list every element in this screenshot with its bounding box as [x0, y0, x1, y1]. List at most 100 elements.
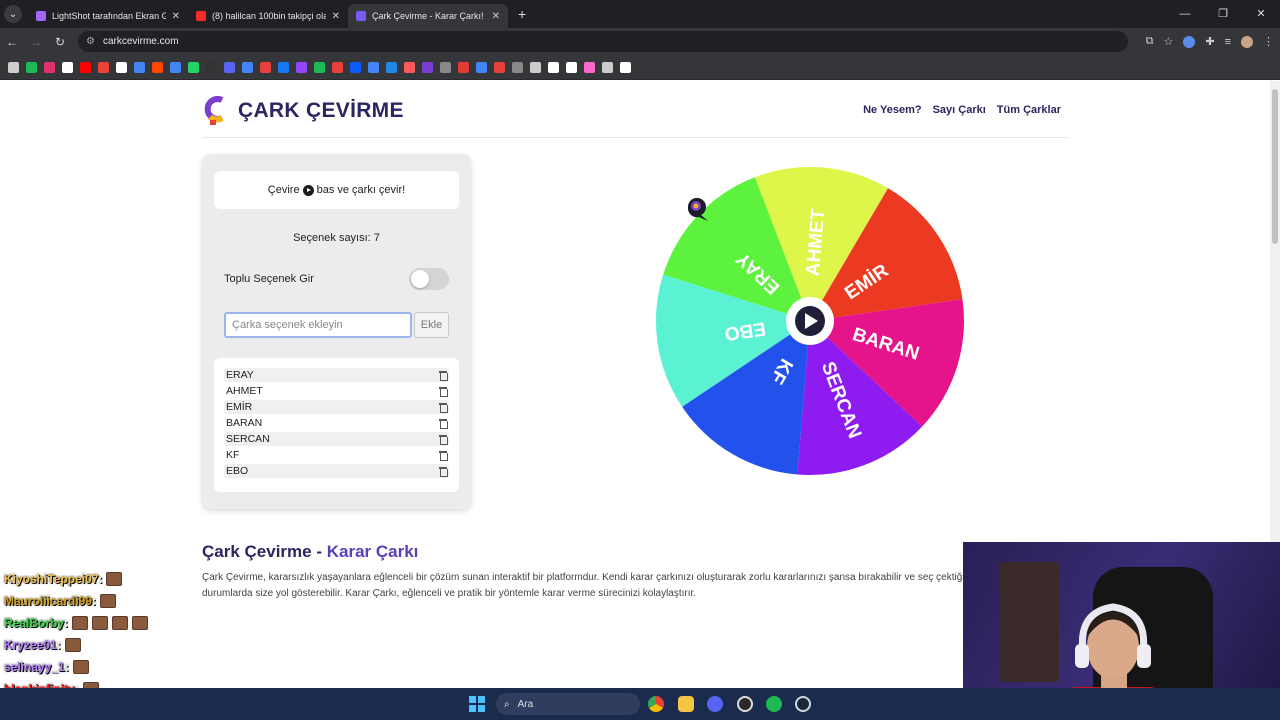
window-controls: — ❐ ✕	[1166, 0, 1280, 28]
delete-option-icon[interactable]	[439, 434, 448, 445]
delete-option-icon[interactable]	[439, 370, 448, 381]
bookmark-icon[interactable]	[8, 61, 19, 73]
option-item: BARAN	[224, 416, 449, 430]
menu-link-tum-carklar[interactable]: Tüm Çarklar	[997, 104, 1061, 116]
bookmark-icon[interactable]	[296, 61, 307, 73]
bookmark-icon[interactable]	[566, 61, 577, 73]
tab-search-button[interactable]: ⌄	[4, 5, 22, 23]
bookmark-icon[interactable]	[530, 61, 541, 73]
chrome-app-icon[interactable]	[648, 696, 664, 712]
file-explorer-icon[interactable]	[678, 696, 694, 712]
extensions-puzzle-icon[interactable]: ✚	[1205, 35, 1214, 48]
browser-tab[interactable]: Çark Çevirme - Karar Çarkı! ✕	[348, 4, 508, 28]
bulk-entry-toggle[interactable]	[409, 268, 449, 290]
option-list: ERAY AHMET EMİR BARAN SERCAN KF EBO	[214, 358, 459, 492]
minimize-button[interactable]: —	[1166, 0, 1204, 28]
chat-message: Mauroliicardi99 :	[4, 590, 204, 612]
bookmark-icon[interactable]	[422, 61, 433, 73]
extension-icon[interactable]	[1183, 35, 1196, 48]
tab-strip: LightShot tarafından Ekran Görü✕(8) hali…	[28, 0, 508, 28]
add-option-button[interactable]: Ekle	[414, 312, 449, 338]
menu-link-sayi-carki[interactable]: Sayı Çarkı	[933, 104, 986, 116]
bookmark-icon[interactable]	[602, 61, 613, 73]
delete-option-icon[interactable]	[439, 450, 448, 461]
bookmark-icon[interactable]	[242, 61, 253, 73]
bookmark-icon[interactable]	[494, 61, 505, 73]
bookmark-icon[interactable]	[620, 61, 631, 73]
bookmark-icon[interactable]	[170, 61, 181, 73]
section-title-main: Çark Çevirme -	[202, 542, 327, 561]
bookmark-icon[interactable]	[80, 61, 91, 73]
tab-close-icon[interactable]: ✕	[172, 11, 180, 22]
option-count: Seçenek sayısı: 7	[293, 232, 380, 244]
chat-separator: :	[92, 594, 97, 608]
scrollbar-thumb[interactable]	[1272, 89, 1278, 244]
obs-app-icon[interactable]	[737, 696, 753, 712]
chat-separator: :	[56, 638, 61, 652]
bookmark-icon[interactable]	[404, 61, 415, 73]
tab-favicon-icon	[356, 11, 366, 21]
bookmark-icon[interactable]	[584, 61, 595, 73]
browser-menu-icon[interactable]: ⋮	[1263, 35, 1274, 48]
bookmark-icon[interactable]	[476, 61, 487, 73]
back-button[interactable]: ←	[0, 35, 24, 49]
discord-app-icon[interactable]	[707, 696, 723, 712]
taskbar-search[interactable]: ⌕ Ara	[496, 693, 640, 715]
bookmark-icon[interactable]	[440, 61, 451, 73]
tab-favicon-icon	[36, 11, 46, 21]
bookmark-icon[interactable]	[278, 61, 289, 73]
start-button[interactable]	[469, 696, 485, 712]
tab-close-icon[interactable]: ✕	[332, 11, 340, 22]
menu-link-ne-yesem[interactable]: Ne Yesem?	[863, 104, 922, 116]
new-tab-button[interactable]: +	[518, 6, 526, 22]
reload-button[interactable]: ↻	[48, 35, 72, 49]
bookmark-icon[interactable]	[152, 61, 163, 73]
bookmark-icon[interactable]	[548, 61, 559, 73]
tab-title: LightShot tarafından Ekran Görü	[52, 11, 166, 21]
bookmark-icon[interactable]	[386, 61, 397, 73]
site-info-icon[interactable]: ⚙	[86, 36, 95, 47]
bookmark-icon[interactable]	[224, 61, 235, 73]
bookmark-star-icon[interactable]: ☆	[1163, 35, 1173, 48]
browser-tab[interactable]: LightShot tarafından Ekran Görü ✕	[28, 4, 188, 28]
delete-option-icon[interactable]	[439, 466, 448, 477]
tab-close-icon[interactable]: ✕	[492, 11, 500, 22]
option-label: KF	[226, 449, 240, 461]
delete-option-icon[interactable]	[439, 402, 448, 413]
bookmark-icon[interactable]	[332, 61, 343, 73]
forward-button[interactable]: →	[24, 35, 48, 49]
delete-option-icon[interactable]	[439, 418, 448, 429]
chat-separator: :	[64, 660, 69, 674]
toggle-knob	[411, 270, 429, 288]
site-logo-text[interactable]: ÇARK ÇEVİRME	[238, 99, 404, 123]
chat-username: KiyoshiTeppei07	[4, 572, 99, 586]
reading-list-icon[interactable]: ≡	[1225, 36, 1231, 48]
bookmark-icon[interactable]	[44, 61, 55, 73]
bookmark-icon[interactable]	[512, 61, 523, 73]
bulk-entry-label: Toplu Seçenek Gir	[224, 273, 314, 285]
bookmark-icon[interactable]	[368, 61, 379, 73]
steam-app-icon[interactable]	[795, 696, 811, 712]
bookmark-icon[interactable]	[134, 61, 145, 73]
bookmark-icon[interactable]	[206, 61, 217, 73]
bookmark-icon[interactable]	[98, 61, 109, 73]
bookmark-icon[interactable]	[62, 61, 73, 73]
bookmark-icon[interactable]	[116, 61, 127, 73]
install-icon[interactable]: ⧉	[1146, 35, 1154, 48]
close-window-button[interactable]: ✕	[1242, 0, 1280, 28]
address-bar[interactable]: ⚙ carkcevirme.com	[78, 31, 1128, 52]
bookmark-icon[interactable]	[314, 61, 325, 73]
delete-option-icon[interactable]	[439, 386, 448, 397]
option-input[interactable]	[224, 312, 412, 338]
bookmark-icon[interactable]	[188, 61, 199, 73]
bookmark-icon[interactable]	[458, 61, 469, 73]
bookmark-icon[interactable]	[260, 61, 271, 73]
bookmark-icon[interactable]	[26, 61, 37, 73]
browser-tab[interactable]: (8) halilcan 100bin takipçi olam ✕	[188, 4, 348, 28]
profile-avatar[interactable]	[1241, 35, 1253, 48]
spotify-app-icon[interactable]	[766, 696, 782, 712]
bookmark-icon[interactable]	[350, 61, 361, 73]
restore-button[interactable]: ❐	[1204, 0, 1242, 28]
logo-icon[interactable]	[202, 95, 228, 125]
option-item: SERCAN	[224, 432, 449, 446]
